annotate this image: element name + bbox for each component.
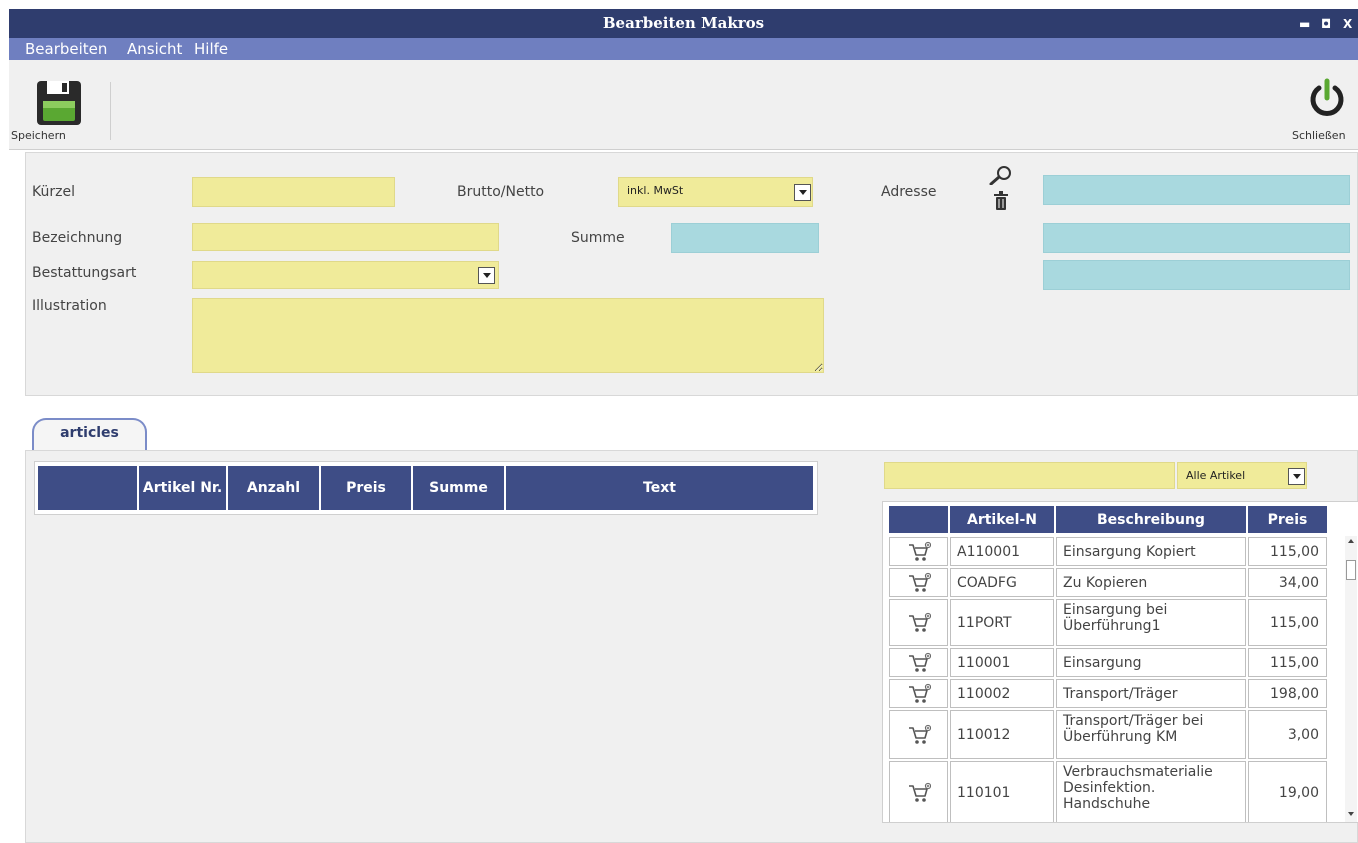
add-to-cart-icon[interactable]: [907, 541, 931, 563]
column-header-anzahl[interactable]: Anzahl: [228, 466, 319, 510]
menu-hilfe[interactable]: Hilfe: [194, 40, 228, 58]
save-label: Speichern: [11, 129, 66, 142]
kuerzel-input[interactable]: [192, 177, 395, 207]
adresse-line-3: [1043, 260, 1350, 290]
bezeichnung-label: Bezeichnung: [32, 230, 123, 246]
preis-cell: 115,00: [1248, 599, 1327, 646]
adresse-label: Adresse: [881, 184, 937, 200]
kuerzel-label: Kürzel: [32, 184, 75, 200]
adresse-line-1: [1043, 175, 1350, 205]
title-bar: Bearbeiten Makros ▬ ◘ X: [9, 9, 1358, 38]
catalog-header-preis[interactable]: Preis: [1248, 506, 1327, 533]
article-filter-value: Alle Artikel: [1186, 469, 1246, 482]
artikel-nr-cell: 110101: [950, 761, 1054, 822]
beschreibung-cell: Transport/Träger: [1056, 679, 1246, 708]
artikel-nr-cell: 110002: [950, 679, 1054, 708]
column-header-empty: [38, 466, 137, 510]
beschreibung-cell: Einsargung Kopiert: [1056, 537, 1246, 566]
preis-cell: 3,00: [1248, 710, 1327, 759]
preis-cell: 198,00: [1248, 679, 1327, 708]
adresse-line-2: [1043, 223, 1350, 253]
bezeichnung-input[interactable]: [192, 223, 499, 251]
minimize-button[interactable]: ▬: [1299, 17, 1310, 31]
preis-cell: 115,00: [1248, 537, 1327, 566]
artikel-nr-cell: COADFG: [950, 568, 1054, 597]
brutto-netto-value: inkl. MwSt: [627, 184, 684, 197]
form-panel: Kürzel Brutto/Netto inkl. MwSt Adresse B…: [25, 152, 1358, 396]
scroll-up-icon[interactable]: [1348, 539, 1354, 543]
close-label: Schließen: [1292, 129, 1346, 142]
cart-cell[interactable]: [889, 537, 948, 566]
article-catalog-table: Artikel-N Beschreibung Preis A110001 Eins…: [882, 501, 1358, 823]
scroll-down-icon[interactable]: [1348, 812, 1354, 816]
preis-cell: 34,00: [1248, 568, 1327, 597]
window-title: Bearbeiten Makros: [602, 14, 765, 32]
menu-bearbeiten[interactable]: Bearbeiten: [25, 40, 107, 58]
chevron-down-icon[interactable]: [478, 267, 495, 284]
preis-cell: 115,00: [1248, 648, 1327, 677]
cart-cell[interactable]: [889, 648, 948, 677]
artikel-nr-cell: 110012: [950, 710, 1054, 759]
beschreibung-cell: Verbrauchsmaterialie Desinfektion. Hands…: [1056, 761, 1246, 822]
toolbar: Speichern Schließen: [9, 60, 1358, 150]
close-window-button[interactable]: X: [1343, 17, 1352, 31]
add-to-cart-icon[interactable]: [907, 572, 931, 594]
chevron-down-icon[interactable]: [1288, 468, 1305, 485]
close-button[interactable]: Schließen: [1287, 74, 1358, 144]
article-search-input[interactable]: [884, 462, 1175, 489]
catalog-header-beschreibung[interactable]: Beschreibung: [1056, 506, 1246, 533]
summe-label: Summe: [571, 230, 625, 246]
cart-cell[interactable]: [889, 679, 948, 708]
illustration-label: Illustration: [32, 298, 107, 314]
catalog-scrollbar[interactable]: [1345, 536, 1357, 822]
add-to-cart-icon[interactable]: [907, 683, 931, 705]
column-header-text[interactable]: Text: [506, 466, 813, 510]
floppy-disk-icon: [37, 81, 81, 125]
column-header-artikel-nr[interactable]: Artikel Nr.: [139, 466, 226, 510]
toolbar-separator: [110, 82, 111, 140]
illustration-textarea[interactable]: [192, 298, 824, 373]
tab-articles[interactable]: articles: [32, 418, 147, 450]
add-to-cart-icon[interactable]: [907, 724, 931, 746]
beschreibung-cell: Transport/Träger bei Überführung KM: [1056, 710, 1246, 759]
bestattungsart-select[interactable]: [192, 261, 499, 289]
artikel-nr-cell: 110001: [950, 648, 1054, 677]
save-button[interactable]: Speichern: [9, 74, 105, 144]
brutto-netto-label: Brutto/Netto: [457, 184, 545, 200]
trash-icon[interactable]: [993, 191, 1009, 211]
menu-bar: Bearbeiten Ansicht Hilfe: [9, 38, 1358, 60]
artikel-nr-cell: 11PORT: [950, 599, 1054, 646]
add-to-cart-icon[interactable]: [907, 612, 931, 634]
articles-panel: Artikel Nr. Anzahl Preis Summe Text Alle…: [25, 450, 1358, 843]
beschreibung-cell: Einsargung bei Überführung1: [1056, 599, 1246, 646]
cart-cell[interactable]: [889, 568, 948, 597]
preis-cell: 19,00: [1248, 761, 1327, 822]
catalog-header-artikel-nr[interactable]: Artikel-N: [950, 506, 1054, 533]
add-to-cart-icon[interactable]: [907, 782, 931, 804]
cart-cell[interactable]: [889, 599, 948, 646]
macro-articles-table: Artikel Nr. Anzahl Preis Summe Text: [34, 461, 818, 515]
beschreibung-cell: Einsargung: [1056, 648, 1246, 677]
menu-ansicht[interactable]: Ansicht: [127, 40, 182, 58]
column-header-preis[interactable]: Preis: [321, 466, 411, 510]
power-icon: [1310, 78, 1344, 116]
search-icon[interactable]: [987, 165, 1013, 185]
catalog-header-empty: [889, 506, 948, 533]
brutto-netto-select[interactable]: inkl. MwSt: [618, 177, 813, 207]
cart-cell[interactable]: [889, 761, 948, 822]
cart-cell[interactable]: [889, 710, 948, 759]
column-header-summe[interactable]: Summe: [413, 466, 504, 510]
summe-field: [671, 223, 819, 253]
bestattungsart-label: Bestattungsart: [32, 265, 137, 281]
maximize-button[interactable]: ◘: [1321, 17, 1331, 31]
artikel-nr-cell: A110001: [950, 537, 1054, 566]
chevron-down-icon[interactable]: [794, 184, 811, 201]
scroll-thumb[interactable]: [1346, 560, 1356, 580]
beschreibung-cell: Zu Kopieren: [1056, 568, 1246, 597]
add-to-cart-icon[interactable]: [907, 652, 931, 674]
article-filter-select[interactable]: Alle Artikel: [1177, 462, 1307, 489]
